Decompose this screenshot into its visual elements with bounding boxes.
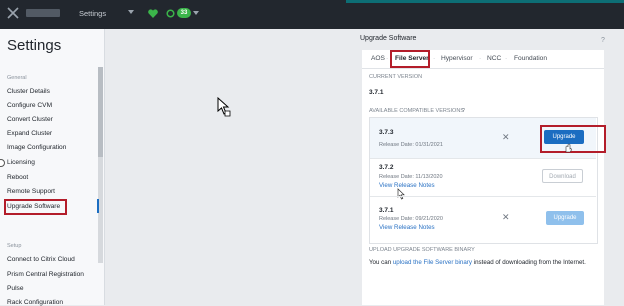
upgrade-button-disabled: Upgrade	[546, 211, 584, 225]
version-number: 3.7.3	[379, 129, 394, 136]
caret-down-icon[interactable]	[128, 10, 134, 15]
available-versions-label: AVAILABLE COMPATIBLE VERSIONS	[369, 108, 464, 114]
alert-count-badge[interactable]: 33	[177, 8, 191, 18]
mouse-cursor-icon	[217, 97, 231, 117]
blank-canvas	[105, 29, 357, 305]
sidebar-item-citrix-cloud[interactable]: Connect to Citrix Cloud	[7, 256, 75, 263]
release-date: Release Date: 09/21/2020	[379, 216, 443, 222]
section-general: General	[7, 75, 27, 81]
accent-strip	[346, 0, 624, 3]
dismiss-icon[interactable]: ✕	[502, 132, 510, 143]
highlight-upgrade-software	[4, 199, 67, 215]
sidebar-item-licensing[interactable]: Licensing	[7, 159, 35, 166]
sidebar-item-expand-cluster[interactable]: Expand Cluster	[7, 130, 52, 137]
upload-prefix: You can	[369, 259, 393, 266]
sidebar-item-image-configuration[interactable]: Image Configuration	[7, 144, 66, 151]
sidebar-item-pulse[interactable]: Pulse	[7, 285, 24, 292]
download-button[interactable]: Download	[542, 169, 583, 183]
dismiss-icon[interactable]: ✕	[502, 212, 510, 223]
release-notes-link[interactable]: View Release Notes	[379, 224, 435, 231]
section-setup: Setup	[7, 243, 22, 249]
sidebar-item-remote-support[interactable]: Remote Support	[7, 188, 55, 195]
sidebar-item-reboot[interactable]: Reboot	[7, 174, 28, 181]
sidebar-scroll-thumb[interactable]	[98, 67, 103, 157]
highlight-upgrade-button	[540, 125, 606, 153]
hand-pointer-icon	[565, 143, 572, 153]
help-icon[interactable]: ?	[601, 37, 605, 44]
release-date: Release Date: 01/31/2021	[379, 142, 443, 148]
upload-suffix: instead of downloading from the Internet…	[471, 259, 586, 266]
sidebar-item-prism-central[interactable]: Prism Central Registration	[7, 271, 84, 278]
current-version-label: CURRENT VERSION	[369, 74, 423, 80]
tab-ncc[interactable]: NCC	[487, 55, 501, 62]
radio-circle-icon	[0, 159, 5, 167]
x-logo-icon[interactable]	[6, 6, 20, 20]
available-help-icon[interactable]: ?	[462, 108, 465, 114]
heart-health-icon[interactable]	[148, 9, 158, 18]
sidebar-title: Settings	[7, 37, 62, 54]
tab-separator: ·	[479, 55, 482, 62]
current-version-value: 3.7.1	[369, 89, 384, 96]
cluster-name[interactable]	[26, 9, 60, 17]
circle-status-icon[interactable]	[166, 9, 175, 18]
panel-title: Upgrade Software	[360, 35, 417, 42]
upload-binary-link[interactable]: upload the File Server binary	[393, 259, 472, 266]
sidebar-item-convert-cluster[interactable]: Convert Cluster	[7, 116, 53, 123]
sidebar-item-configure-cvm[interactable]: Configure CVM	[7, 102, 52, 109]
version-number: 3.7.1	[379, 207, 394, 214]
top-navbar: Settings 33	[0, 0, 624, 29]
release-date: Release Date: 11/13/2020	[379, 174, 443, 180]
highlight-file-server-tab	[390, 50, 430, 68]
caret-down-icon[interactable]	[193, 11, 199, 16]
tab-foundation[interactable]: Foundation	[514, 55, 547, 62]
tab-aos[interactable]: AOS	[371, 55, 385, 62]
main-menu-label[interactable]: Settings	[79, 9, 106, 18]
tab-hypervisor[interactable]: Hypervisor	[441, 55, 473, 62]
release-notes-link[interactable]: View Release Notes	[379, 182, 435, 189]
sidebar-item-cluster-details[interactable]: Cluster Details	[7, 88, 50, 95]
upload-instructions: You can upload the File Server binary in…	[369, 259, 586, 266]
tab-separator: ·	[505, 55, 508, 62]
version-number: 3.7.2	[379, 164, 394, 171]
active-indicator	[97, 199, 99, 213]
settings-sidebar: Settings General Cluster Details Configu…	[0, 29, 105, 306]
tab-separator: ·	[386, 55, 389, 62]
upload-label: UPLOAD UPGRADE SOFTWARE BINARY	[369, 247, 475, 253]
tab-separator: ·	[433, 55, 436, 62]
